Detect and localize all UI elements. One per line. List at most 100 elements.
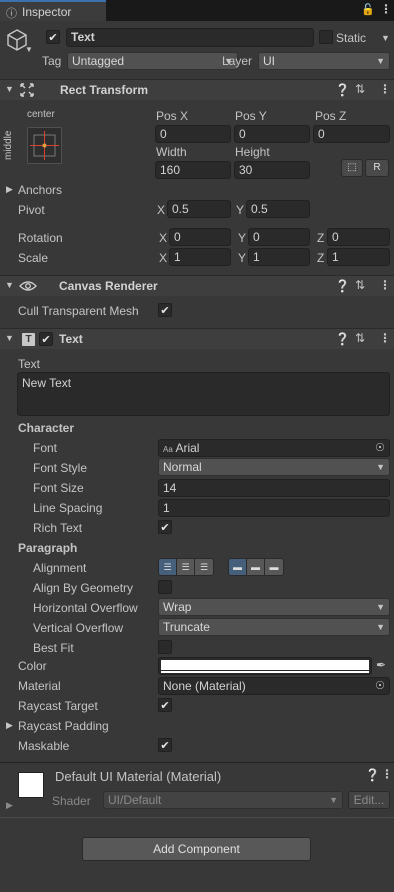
add-component-button[interactable]: Add Component (82, 837, 311, 861)
scale-x-field[interactable]: 1 (169, 248, 231, 266)
presets-icon[interactable]: ⇅ (355, 331, 365, 345)
lock-icon[interactable]: 🔓 (361, 3, 375, 16)
scale-y-field[interactable]: 1 (248, 248, 310, 266)
line-spacing-field[interactable]: 1 (158, 499, 390, 517)
pos-y-field[interactable]: 0 (234, 125, 310, 143)
chevron-down-icon: ▼ (376, 56, 385, 66)
color-field[interactable] (158, 657, 372, 675)
pos-z-field[interactable]: 0 (313, 125, 390, 143)
pos-x-field[interactable]: 0 (155, 125, 231, 143)
pivot-label: Pivot (18, 203, 45, 217)
raw-edit-button[interactable]: R (365, 159, 389, 177)
help-icon[interactable]: ❔ (335, 279, 350, 293)
rotation-y-field[interactable]: 0 (248, 228, 310, 246)
gameobject-name-field[interactable]: Text (66, 28, 314, 47)
kebab-menu-icon[interactable]: ⋮ (379, 82, 391, 96)
tab-title: Inspector (22, 5, 72, 19)
pivot-x-field[interactable]: 0.5 (167, 200, 231, 218)
anchor-presets-button[interactable] (27, 127, 62, 164)
foldout-arrow-right-icon[interactable]: ▶ (6, 184, 13, 195)
object-picker-icon[interactable]: ☉ (375, 440, 385, 456)
help-icon[interactable]: ❔ (335, 83, 350, 97)
shader-value: UI/Default (108, 793, 162, 807)
tag-value: Untagged (72, 54, 125, 68)
chevron-down-icon: ▼ (329, 795, 338, 805)
align-right-icon[interactable]: ☰ (195, 559, 213, 575)
font-size-field[interactable]: 14 (158, 479, 390, 497)
help-icon[interactable]: ❔ (365, 768, 380, 782)
foldout-arrow-icon[interactable]: ▼ (5, 280, 14, 290)
rich-text-toggle[interactable] (158, 520, 172, 534)
info-icon: ⓘ (6, 8, 17, 20)
anchor-v-label: middle (3, 130, 14, 160)
maskable-toggle[interactable] (158, 738, 172, 752)
rect-transform-header[interactable]: ▼ Rect Transform ❔ ⇅ ⋮ (0, 79, 394, 100)
cull-transparent-mesh-label: Cull Transparent Mesh (18, 304, 139, 318)
layer-dropdown[interactable]: UI ▼ (258, 52, 390, 70)
kebab-menu-icon[interactable]: ⋮ (379, 278, 391, 292)
chevron-down-icon: ▼ (376, 622, 385, 632)
object-picker-icon[interactable]: ☉ (375, 678, 385, 694)
horizontal-overflow-value: Wrap (163, 600, 192, 614)
best-fit-toggle[interactable] (158, 640, 172, 654)
pivot-y-field[interactable]: 0.5 (246, 200, 310, 218)
font-field[interactable]: Aa Arial ☉ (158, 439, 390, 457)
anchors-label[interactable]: Anchors (18, 183, 62, 197)
best-fit-label: Best Fit (33, 641, 74, 655)
raycast-padding-label[interactable]: Raycast Padding (18, 719, 109, 733)
width-field[interactable]: 160 (155, 161, 231, 179)
blueprint-mode-button[interactable]: ⬚ (341, 159, 363, 177)
foldout-arrow-icon[interactable]: ▼ (5, 333, 14, 343)
material-section-title: Default UI Material (Material) (55, 769, 222, 784)
kebab-menu-icon[interactable]: ⋮ (381, 767, 393, 781)
rotation-z-label: Z (317, 231, 325, 245)
kebab-menu-icon[interactable]: ⋮ (379, 331, 391, 345)
foldout-arrow-icon[interactable]: ▼ (5, 84, 14, 94)
text-label: Text (18, 357, 41, 371)
font-style-dropdown[interactable]: Normal ▼ (158, 458, 390, 476)
foldout-arrow-right-icon[interactable]: ▶ (6, 800, 13, 811)
presets-icon[interactable]: ⇅ (355, 278, 365, 292)
scale-x-label: X (159, 251, 168, 265)
foldout-arrow-right-icon[interactable]: ▶ (6, 720, 13, 731)
kebab-menu-icon[interactable]: ⋮ (380, 2, 392, 16)
rotation-z-field[interactable]: 0 (327, 228, 390, 246)
align-middle-icon[interactable]: ▬ (247, 559, 265, 575)
divider (0, 762, 394, 763)
scale-z-field[interactable]: 1 (327, 248, 390, 266)
cull-transparent-mesh-toggle[interactable] (158, 303, 172, 317)
tag-dropdown[interactable]: Untagged ▼ (67, 52, 238, 70)
gameobject-active-toggle[interactable] (46, 30, 60, 44)
canvas-renderer-header[interactable]: ▼ Canvas Renderer ❔ ⇅ ⋮ (0, 275, 394, 296)
text-area[interactable]: New Text (17, 372, 390, 416)
align-by-geometry-toggle[interactable] (158, 580, 172, 594)
presets-icon[interactable]: ⇅ (355, 82, 365, 96)
tab-inspector[interactable]: ⓘ Inspector (0, 0, 106, 21)
rotation-y-label: Y (238, 231, 247, 245)
help-icon[interactable]: ❔ (335, 332, 350, 346)
height-field[interactable]: 30 (234, 161, 310, 179)
shader-dropdown[interactable]: UI/Default ▼ (103, 791, 343, 809)
font-style-value: Normal (163, 460, 202, 474)
align-top-icon[interactable]: ▬ (229, 559, 247, 575)
text-component-header[interactable]: ▼ T Text ❔ ⇅ ⋮ (0, 328, 394, 349)
eyedropper-icon[interactable]: ✒ (376, 658, 386, 672)
align-bottom-icon[interactable]: ▬ (265, 559, 283, 575)
material-field[interactable]: None (Material) ☉ (158, 677, 390, 695)
color-label: Color (18, 659, 47, 673)
align-left-icon[interactable]: ☰ (159, 559, 177, 575)
shader-label: Shader (52, 794, 91, 808)
align-center-icon[interactable]: ☰ (177, 559, 195, 575)
shader-edit-button[interactable]: Edit... (348, 791, 390, 809)
rotation-x-field[interactable]: 0 (169, 228, 231, 246)
static-toggle[interactable] (319, 30, 333, 44)
horizontal-overflow-dropdown[interactable]: Wrap ▼ (158, 598, 390, 616)
raycast-target-toggle[interactable] (158, 698, 172, 712)
text-component-enabled-toggle[interactable] (39, 332, 53, 346)
scale-y-label: Y (238, 251, 247, 265)
chevron-down-icon[interactable]: ▼ (25, 45, 33, 54)
vertical-overflow-value: Truncate (163, 620, 210, 634)
vertical-overflow-dropdown[interactable]: Truncate ▼ (158, 618, 390, 636)
static-dropdown-icon[interactable]: ▼ (381, 33, 390, 43)
pivot-y-label: Y (236, 203, 245, 217)
